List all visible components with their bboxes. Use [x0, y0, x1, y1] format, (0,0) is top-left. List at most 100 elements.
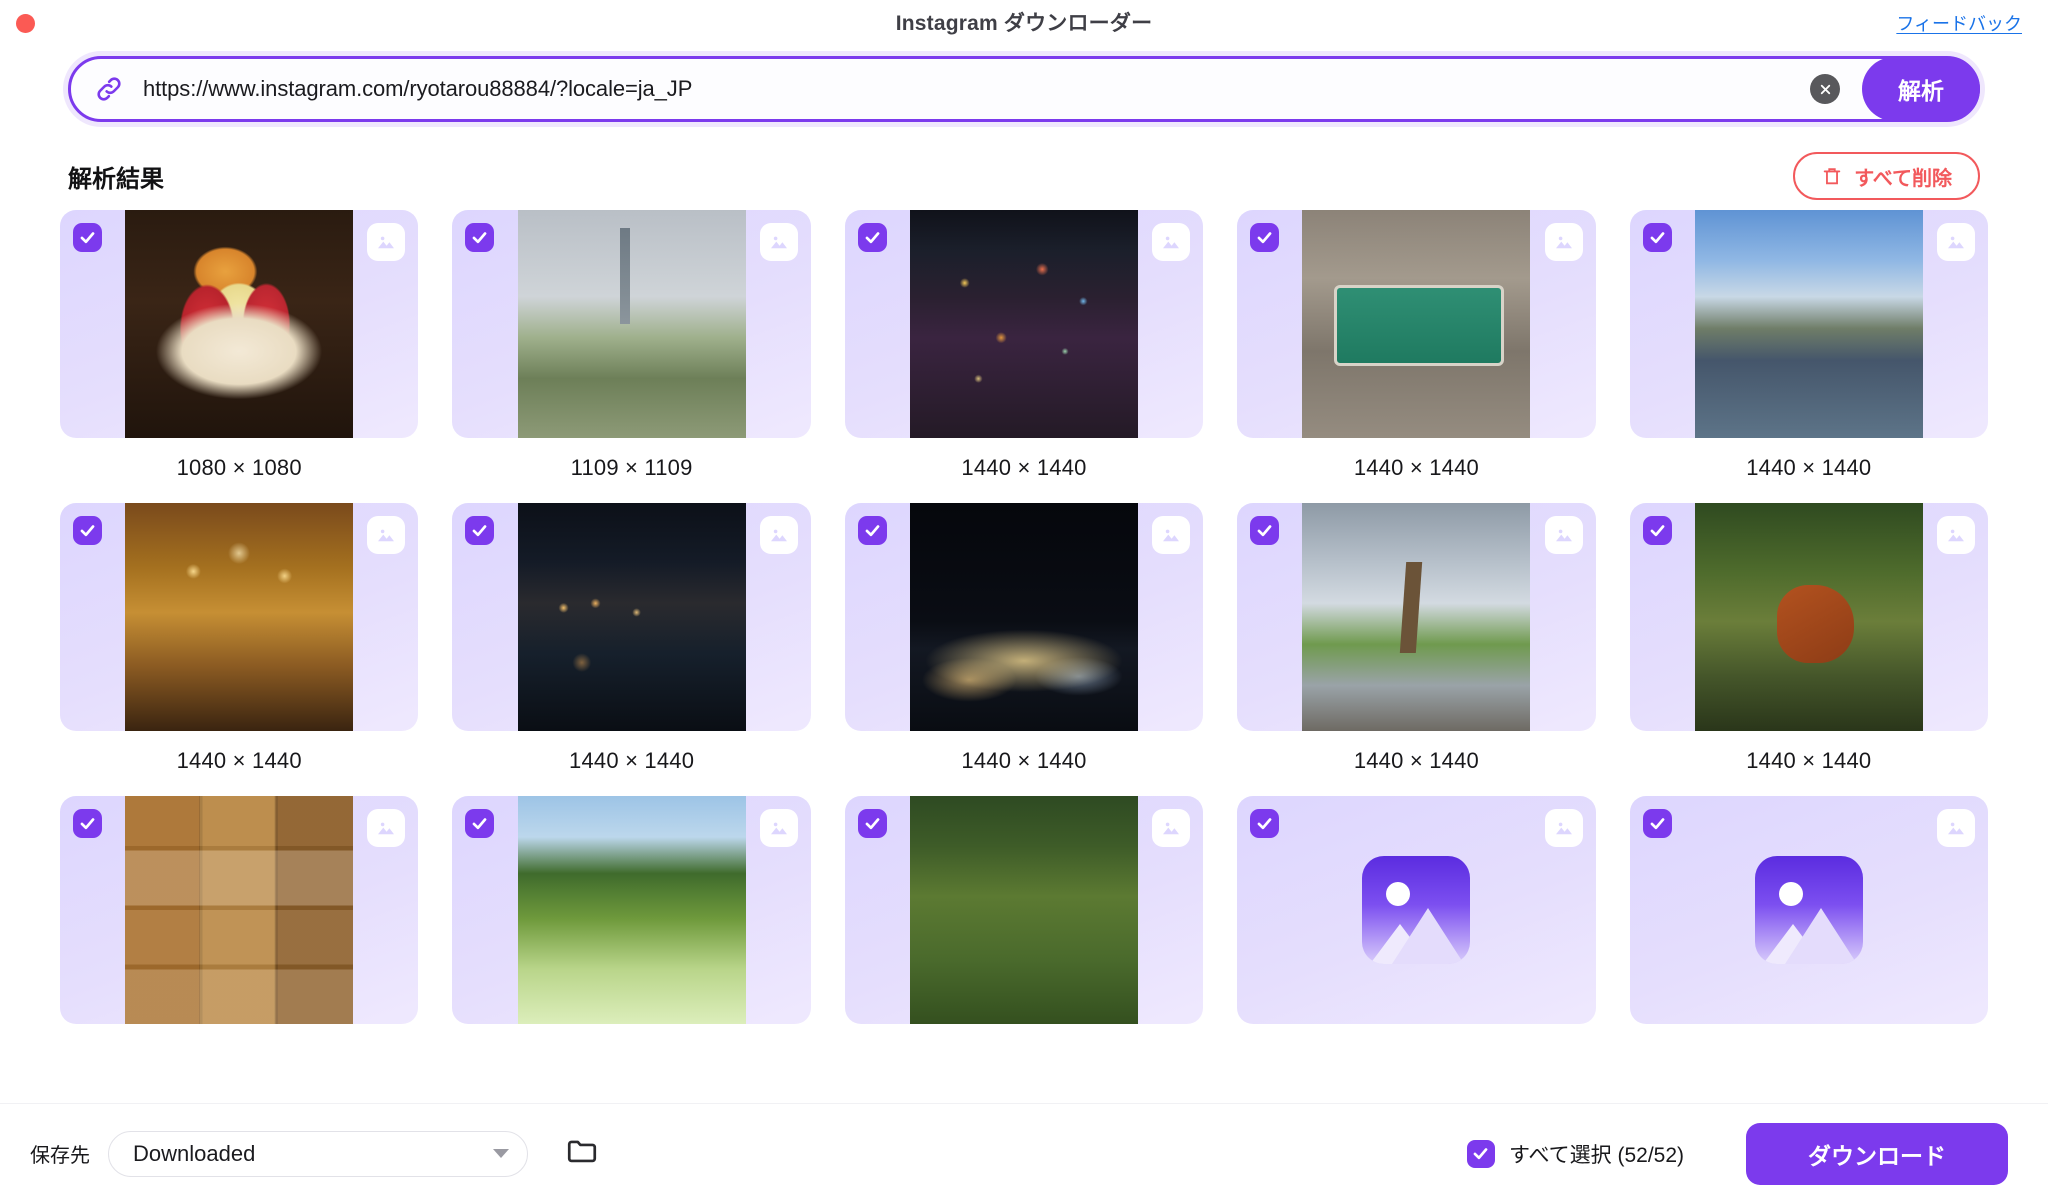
image-type-icon[interactable]	[367, 516, 406, 554]
result-checkbox[interactable]	[73, 223, 102, 252]
link-icon	[93, 73, 125, 105]
browse-folder-button[interactable]	[560, 1132, 604, 1176]
app-window: Instagram ダウンローダー フィードバック 解析 解析結果	[0, 0, 2048, 1203]
url-bar[interactable]: 解析	[68, 56, 1980, 122]
image-type-icon[interactable]	[1936, 223, 1975, 261]
result-card[interactable]	[844, 796, 1204, 1024]
thumbnail	[909, 210, 1138, 438]
delete-all-button[interactable]: すべて削除	[1793, 152, 1980, 200]
thumbnail	[1302, 210, 1531, 438]
analyze-button[interactable]: 解析	[1862, 57, 1980, 121]
result-item	[60, 796, 419, 1024]
result-item	[1629, 796, 1988, 1024]
thumbnail-image	[125, 503, 354, 731]
results-scroll-area[interactable]: 1080 × 1080 1109 × 1109 1440 × 1440 1440 × …	[0, 210, 2048, 1103]
download-button[interactable]: ダウンロード	[1746, 1122, 2008, 1185]
result-item: 1440 × 1440	[1237, 503, 1596, 774]
image-type-icon[interactable]	[759, 516, 798, 554]
image-placeholder-icon	[1362, 856, 1471, 964]
image-type-icon[interactable]	[1152, 223, 1191, 261]
result-checkbox[interactable]	[1642, 223, 1672, 252]
result-card[interactable]	[1629, 796, 1988, 1024]
thumbnail	[909, 796, 1138, 1024]
results-header: 解析結果 すべて削除	[0, 136, 2048, 210]
result-card[interactable]	[844, 503, 1204, 731]
image-type-icon[interactable]	[1936, 516, 1975, 554]
result-checkbox[interactable]	[1642, 809, 1672, 838]
folder-icon	[565, 1134, 599, 1173]
select-all-label: すべて選択 (52/52)	[1508, 1143, 1684, 1167]
result-card[interactable]	[1629, 503, 1988, 731]
dimension-label: 1440 × 1440	[176, 748, 302, 773]
image-type-icon[interactable]	[367, 223, 406, 261]
result-card[interactable]	[1237, 210, 1596, 438]
result-checkbox[interactable]	[857, 223, 887, 252]
trash-icon	[1821, 164, 1843, 188]
result-checkbox[interactable]	[1250, 809, 1280, 838]
result-item: 1440 × 1440	[60, 503, 419, 774]
close-window-button[interactable]	[16, 14, 35, 33]
dimension-label: 1440 × 1440	[1353, 748, 1479, 773]
image-type-icon[interactable]	[1152, 516, 1191, 554]
result-checkbox[interactable]	[465, 223, 495, 252]
clear-input-icon[interactable]	[1810, 74, 1840, 104]
select-all-toggle[interactable]: すべて選択 (52/52)	[1466, 1139, 1684, 1169]
result-item: 1440 × 1440	[1629, 210, 1988, 481]
image-type-icon[interactable]	[759, 223, 798, 261]
thumbnail-image	[125, 796, 354, 1024]
result-card[interactable]	[1237, 503, 1596, 731]
result-card[interactable]	[452, 210, 811, 438]
image-type-icon[interactable]	[1544, 223, 1583, 261]
image-type-icon[interactable]	[1544, 809, 1583, 847]
result-card[interactable]	[452, 796, 811, 1024]
dimension-label: 1440 × 1440	[961, 455, 1087, 480]
dimension-label: 1440 × 1440	[1746, 748, 1872, 773]
image-placeholder-icon	[1754, 856, 1863, 964]
image-type-icon[interactable]	[759, 809, 798, 847]
delete-all-label: すべて削除	[1854, 167, 1952, 190]
result-item: 1109 × 1109	[452, 210, 811, 481]
result-checkbox[interactable]	[1642, 516, 1672, 545]
result-checkbox[interactable]	[73, 516, 102, 545]
result-card[interactable]	[452, 503, 811, 731]
result-checkbox[interactable]	[857, 516, 887, 545]
result-card[interactable]	[60, 210, 419, 438]
save-to-label: 保存先	[30, 1145, 90, 1167]
thumbnail-image	[1694, 210, 1923, 438]
bottom-bar: 保存先 Downloaded すべて選択 (52/52) ダウンロード	[0, 1103, 2048, 1203]
placeholder-thumbnail	[1237, 796, 1595, 1024]
thumbnail	[1694, 210, 1923, 438]
result-checkbox[interactable]	[73, 809, 102, 838]
results-grid: 1080 × 1080 1109 × 1109 1440 × 1440 1440 × …	[60, 210, 1988, 1024]
result-checkbox[interactable]	[857, 809, 887, 838]
result-card[interactable]	[1629, 210, 1988, 438]
image-type-icon[interactable]	[367, 809, 406, 847]
result-card[interactable]	[60, 503, 419, 731]
save-folder-select[interactable]: Downloaded	[108, 1130, 528, 1177]
result-card[interactable]	[844, 210, 1204, 438]
feedback-link[interactable]: フィードバック	[1896, 10, 2022, 36]
result-item	[1237, 796, 1596, 1024]
thumbnail	[1302, 503, 1531, 731]
result-checkbox[interactable]	[465, 516, 495, 545]
select-all-checkbox[interactable]	[1466, 1139, 1495, 1168]
thumbnail	[517, 210, 746, 438]
image-type-icon[interactable]	[1152, 809, 1191, 847]
result-checkbox[interactable]	[1250, 223, 1280, 252]
result-item: 1440 × 1440	[844, 503, 1204, 774]
url-input[interactable]	[143, 76, 1810, 102]
result-checkbox[interactable]	[1250, 516, 1280, 545]
placeholder-thumbnail	[1630, 796, 1988, 1024]
image-type-icon[interactable]	[1936, 809, 1975, 847]
result-card[interactable]	[1237, 796, 1596, 1024]
thumbnail-image	[909, 796, 1138, 1024]
thumbnail-image	[125, 210, 354, 438]
thumbnail-image	[517, 210, 746, 438]
thumbnail-image	[517, 796, 746, 1024]
image-type-icon[interactable]	[1544, 516, 1583, 554]
result-item: 1440 × 1440	[844, 210, 1204, 481]
thumbnail-image	[517, 503, 746, 731]
thumbnail	[517, 796, 746, 1024]
result-checkbox[interactable]	[465, 809, 495, 838]
result-card[interactable]	[60, 796, 419, 1024]
